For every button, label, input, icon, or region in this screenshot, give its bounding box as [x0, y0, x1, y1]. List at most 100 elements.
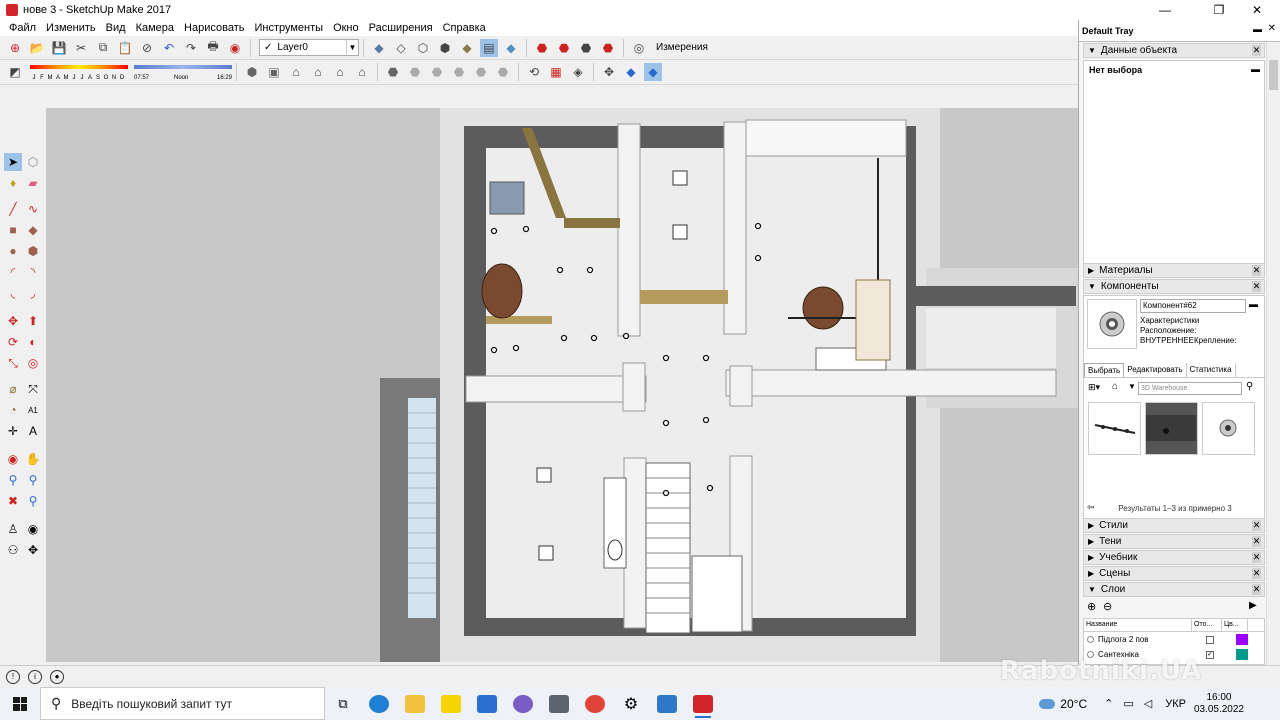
layer-color-swatch[interactable] [1236, 634, 1248, 645]
previous-view-icon[interactable]: ⚲ [24, 492, 42, 510]
shadow-time-slider[interactable]: 07:57 Noon 16:29 [134, 63, 232, 81]
sketchup-taskbar-button[interactable] [685, 687, 721, 720]
component-search-input[interactable]: 3D Warehouse [1138, 382, 1242, 395]
close-icon[interactable]: ✕ [1252, 265, 1261, 276]
close-icon[interactable]: ✕ [1252, 45, 1261, 56]
menu-view[interactable]: Вид [101, 22, 131, 34]
hidden-line-icon[interactable]: ⬢ [436, 39, 454, 57]
iso-view-icon[interactable]: ⬢ [243, 63, 261, 81]
3d-text-icon[interactable]: A [24, 422, 42, 440]
panel-entity-info[interactable]: ▼ Данные объекта ✕ [1083, 43, 1265, 58]
top-view-icon[interactable]: ▣ [265, 63, 283, 81]
pie-icon[interactable]: ◞ [24, 284, 42, 302]
outer-shell-icon[interactable]: ⬣ [384, 63, 402, 81]
section-display-icon[interactable]: ▦ [547, 63, 565, 81]
layer-visible-checkbox[interactable] [1206, 635, 1214, 644]
tab-statistics[interactable]: Статистика [1187, 363, 1236, 377]
intersect-icon[interactable]: ⬣ [406, 63, 424, 81]
edge-button[interactable] [361, 687, 397, 720]
section-plane-tool-icon[interactable]: ✥ [24, 541, 42, 559]
details-toggle-icon[interactable]: ▬ [1249, 299, 1258, 309]
shadows-toggle-icon[interactable]: ◩ [6, 63, 24, 81]
share-component-icon[interactable]: ⬣ [577, 39, 595, 57]
make-component-icon[interactable]: ⬡ [24, 153, 42, 171]
menu-tools[interactable]: Инструменты [249, 22, 328, 34]
close-icon[interactable]: ✕ [1252, 568, 1261, 579]
rotated-rectangle-icon[interactable]: ◆ [24, 221, 42, 239]
panel-materials[interactable]: ▶ Материалы ✕ [1083, 263, 1265, 278]
cut-icon[interactable]: ✂ [72, 39, 90, 57]
pan-icon[interactable]: ✋ [24, 450, 42, 468]
subtract-icon[interactable]: ⬣ [450, 63, 468, 81]
result-rail-lamp[interactable] [1088, 402, 1141, 455]
erase-icon[interactable]: ⊘ [138, 39, 156, 57]
task-view-button[interactable]: ⧉ [325, 687, 361, 720]
tape-measure-icon[interactable]: ⌀ [4, 380, 22, 398]
explorer-button[interactable] [397, 687, 433, 720]
minimize-button[interactable]: — [1142, 0, 1188, 20]
close-icon[interactable]: ✕ [1252, 552, 1261, 563]
layer-dropdown[interactable]: ✓ Layer0 ▼ [259, 39, 359, 56]
zoom-icon[interactable]: ⚲ [4, 471, 22, 489]
two-point-arc-icon[interactable]: ◝ [24, 263, 42, 281]
eraser-icon[interactable]: ▰ [24, 174, 42, 192]
three-point-arc-icon[interactable]: ◟ [4, 284, 22, 302]
section-plane-icon[interactable]: ⟲ [525, 63, 543, 81]
close-icon[interactable]: ✕ [1252, 536, 1261, 547]
network-icon[interactable]: ▭ [1123, 697, 1133, 710]
move-icon[interactable]: ✥ [4, 312, 22, 330]
remove-layer-icon[interactable]: ⊖ [1103, 600, 1112, 613]
tray-scrollbar[interactable] [1266, 42, 1280, 665]
select-icon[interactable]: ➤ [4, 153, 22, 171]
orbit-icon[interactable]: ◉ [4, 450, 22, 468]
copy-icon[interactable]: ⧉ [94, 39, 112, 57]
warehouse-icon[interactable]: ⬣ [533, 39, 551, 57]
scrollbar-thumb[interactable] [1269, 60, 1278, 90]
position-camera-icon[interactable]: ♙ [4, 520, 22, 538]
panel-components[interactable]: ▼ Компоненты ✕ [1083, 279, 1265, 294]
details-toggle-icon[interactable]: ▬ [1251, 64, 1260, 74]
undo-icon[interactable]: ↶ [160, 39, 178, 57]
col-color[interactable]: Цв... [1222, 619, 1248, 631]
menu-edit[interactable]: Изменить [41, 22, 101, 34]
menu-window[interactable]: Окно [328, 22, 364, 34]
freehand-icon[interactable]: ∿ [24, 200, 42, 218]
paste-icon[interactable]: 📋 [116, 39, 134, 57]
trim-icon[interactable]: ⬣ [472, 63, 490, 81]
print-icon[interactable]: 🖶 [204, 39, 222, 57]
details-arrow-icon[interactable]: ▶ [1249, 600, 1257, 611]
settings-button[interactable]: ⚙ [613, 687, 649, 720]
layer-color-swatch[interactable] [1236, 649, 1248, 660]
view-options-icon[interactable]: ⊞▾ [1088, 382, 1100, 393]
zoom-extents-icon[interactable]: ✖ [4, 492, 22, 510]
axes-icon[interactable]: ✛ [4, 422, 22, 440]
menu-file[interactable]: Файл [4, 22, 41, 34]
close-icon[interactable]: ✕ [1252, 584, 1261, 595]
layer-visible-checkbox[interactable]: ✓ [1206, 650, 1214, 659]
credits-icon[interactable]: i [28, 669, 42, 684]
start-button[interactable] [0, 687, 40, 720]
split-icon[interactable]: ⬣ [494, 63, 512, 81]
close-icon[interactable]: ✕ [1268, 23, 1276, 34]
taskbar-search[interactable]: ⚲ Введіть пошуковий запит тут [40, 687, 325, 720]
rotate-icon[interactable]: ⟳ [4, 333, 22, 351]
panel-shadows[interactable]: ▶ Тени ✕ [1083, 534, 1265, 549]
dimension-icon[interactable]: ⤧ [24, 380, 42, 398]
save-icon[interactable]: 💾 [50, 39, 68, 57]
location-icon[interactable]: ◆ [622, 63, 640, 81]
scale-icon[interactable]: ⤡ [4, 354, 22, 372]
section-cuts-icon[interactable]: ◈ [569, 63, 587, 81]
front-view-icon[interactable]: ⌂ [287, 63, 305, 81]
geolocation-icon[interactable]: ! [6, 669, 20, 684]
pin-icon[interactable]: ▬ [1253, 24, 1262, 34]
move-view-icon[interactable]: ✥ [600, 63, 618, 81]
result-spotlight[interactable] [1202, 402, 1255, 455]
wireframe-icon[interactable]: ⬡ [414, 39, 432, 57]
shaded-textures-icon[interactable]: ▤ [480, 38, 498, 57]
extension-warehouse-icon[interactable]: ⬣ [599, 39, 617, 57]
col-visible[interactable]: Ото... [1192, 619, 1222, 631]
mail-button[interactable] [469, 687, 505, 720]
layer-active-radio[interactable] [1087, 636, 1094, 643]
tab-select[interactable]: Выбрать [1084, 363, 1125, 377]
walk-icon[interactable]: ⚇ [4, 541, 22, 559]
